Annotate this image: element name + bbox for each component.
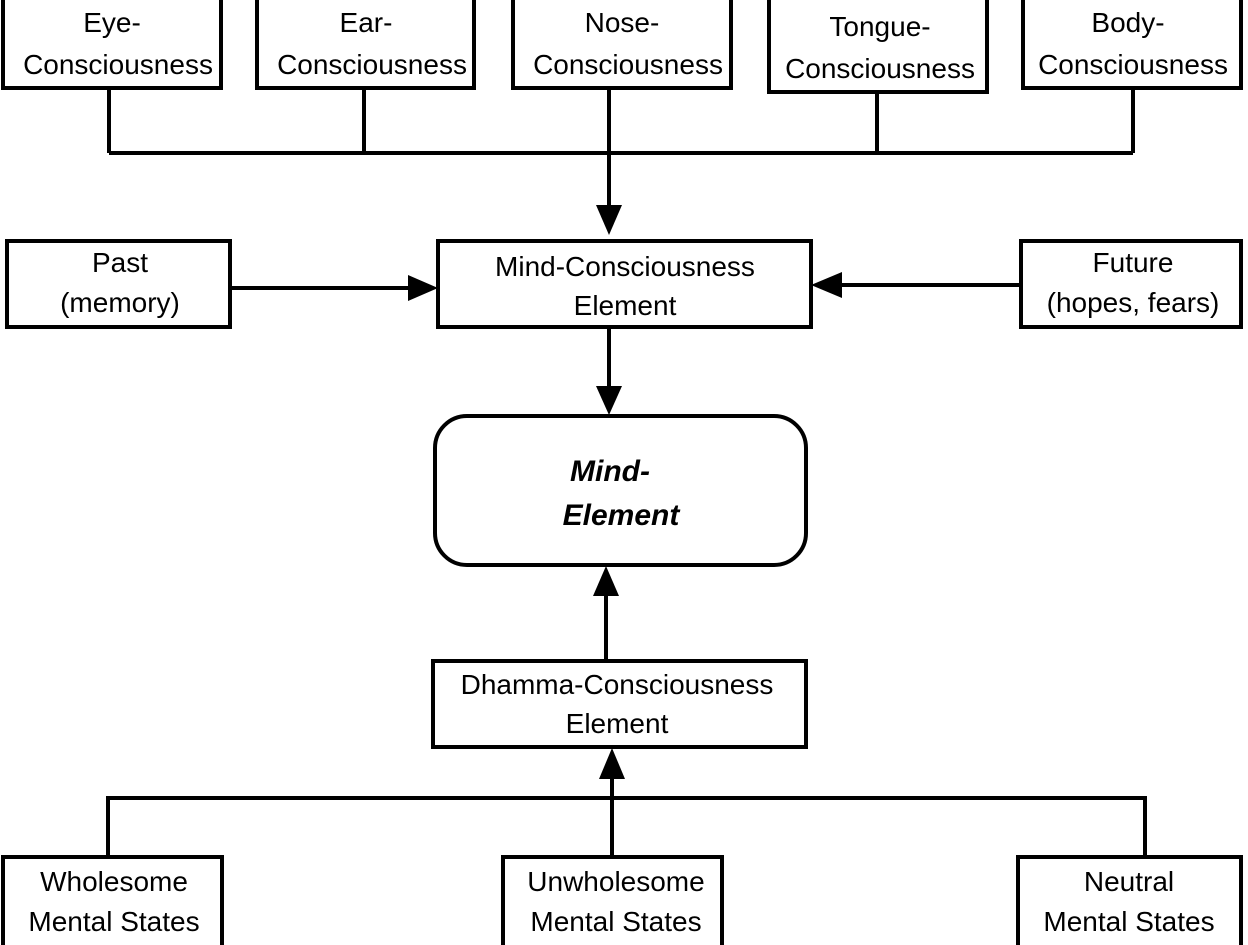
svg-text:Neutral: Neutral	[1084, 866, 1174, 897]
svg-text:Future: Future	[1093, 247, 1174, 278]
bottom-connectors	[106, 748, 1147, 857]
svg-text:Wholesome: Wholesome	[40, 866, 188, 897]
mind-element-diagram: Eye- Consciousness Ear- Consciousness No…	[1, 0, 1243, 945]
svg-text:Tongue-: Tongue-	[829, 11, 930, 42]
svg-text:Mental States: Mental States	[530, 906, 701, 937]
svg-text:Consciousness: Consciousness	[1038, 49, 1228, 80]
svg-text:Mind-: Mind-	[570, 455, 650, 488]
dhamma-to-mind-element-arrow	[593, 566, 619, 660]
svg-text:Nose-: Nose-	[585, 7, 660, 38]
eye-consciousness-box: Eye- Consciousness	[1, 0, 223, 90]
top-connectors	[107, 88, 1135, 235]
svg-text:Unwholesome: Unwholesome	[527, 866, 704, 897]
svg-text:Eye-: Eye-	[83, 7, 141, 38]
wholesome-mental-states-box: Wholesome Mental States	[1, 855, 224, 945]
nose-consciousness-box: Nose- Consciousness	[511, 0, 733, 90]
svg-text:Body-: Body-	[1091, 7, 1164, 38]
svg-text:Ear-: Ear-	[340, 7, 393, 38]
unwholesome-mental-states-box: Unwholesome Mental States	[501, 855, 724, 945]
svg-text:(memory): (memory)	[60, 287, 180, 318]
svg-text:Element: Element	[574, 290, 677, 321]
svg-text:Mental States: Mental States	[1043, 906, 1214, 937]
past-box: Past (memory)	[5, 239, 232, 329]
tongue-consciousness-box: Tongue- Consciousness	[767, 0, 989, 94]
future-arrow	[811, 272, 1021, 298]
mind-consciousness-box: Mind-Consciousness Element	[436, 239, 813, 329]
svg-text:(hopes, fears): (hopes, fears)	[1047, 287, 1220, 318]
svg-text:Consciousness: Consciousness	[23, 49, 213, 80]
svg-text:Consciousness: Consciousness	[277, 49, 467, 80]
svg-text:Consciousness: Consciousness	[785, 53, 975, 84]
mind-consciousness-to-mind-element-arrow	[596, 327, 622, 415]
svg-text:Dhamma-Consciousness: Dhamma-Consciousness	[461, 669, 774, 700]
body-consciousness-box: Body- Consciousness	[1021, 0, 1243, 90]
past-arrow	[230, 275, 438, 301]
svg-text:Element: Element	[563, 499, 682, 532]
mind-element-box: Mind- Element	[433, 414, 808, 567]
svg-text:Element: Element	[566, 708, 669, 739]
neutral-mental-states-box: Neutral Mental States	[1016, 855, 1243, 945]
future-box: Future (hopes, fears)	[1019, 239, 1243, 329]
svg-text:Consciousness: Consciousness	[533, 49, 723, 80]
dhamma-consciousness-box: Dhamma-Consciousness Element	[431, 659, 808, 749]
arrow-down-to-mind-consciousness	[596, 205, 622, 235]
svg-text:Past: Past	[92, 247, 148, 278]
svg-text:Mind-Consciousness: Mind-Consciousness	[495, 251, 755, 282]
ear-consciousness-box: Ear- Consciousness	[255, 0, 476, 90]
svg-text:Mental States: Mental States	[28, 906, 199, 937]
